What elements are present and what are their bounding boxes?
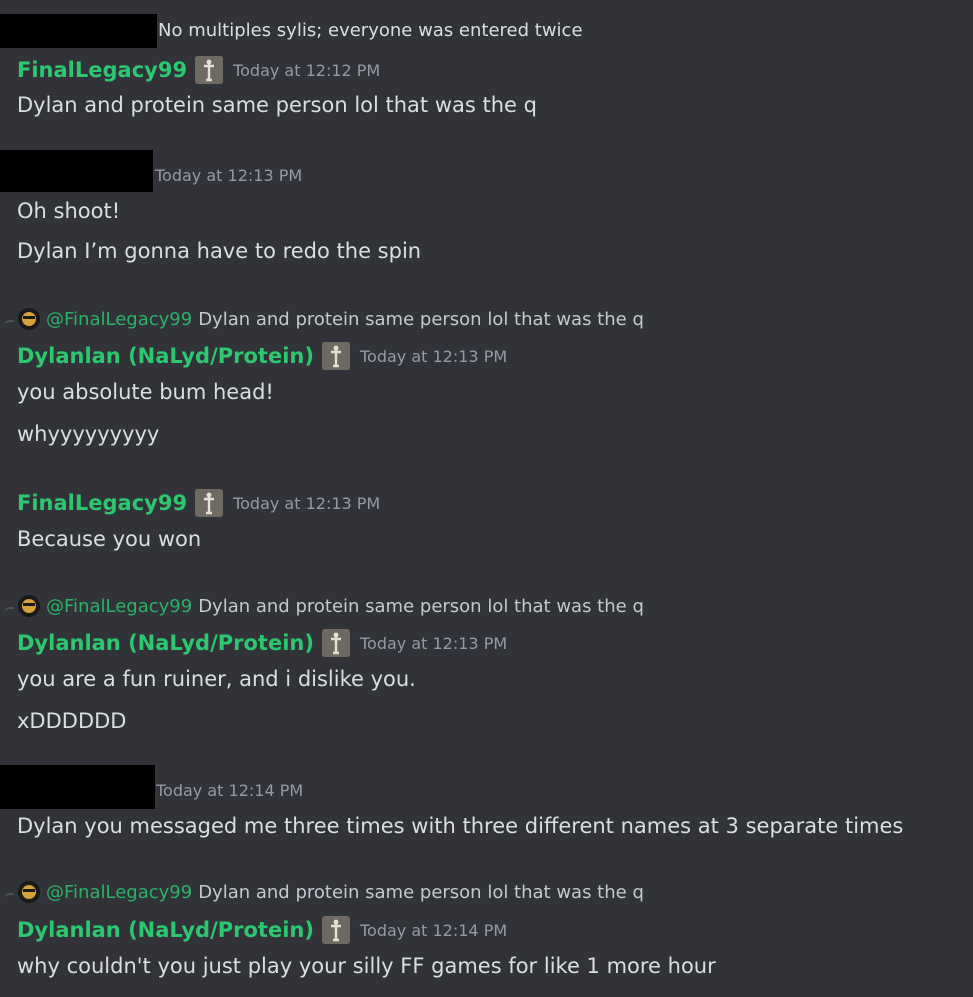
role-badge-icon[interactable] bbox=[195, 489, 224, 517]
username[interactable]: Dylanlan (NaLyd/Protein) bbox=[17, 631, 314, 655]
timestamp[interactable]: Today at 12:12 PM bbox=[233, 61, 380, 80]
reply-mention[interactable]: @FinalLegacy99 bbox=[46, 882, 192, 903]
message-text: whyyyyyyyyy bbox=[17, 422, 160, 446]
message-text: Dylan I’m gonna have to redo the spin bbox=[17, 239, 422, 263]
username[interactable]: Dylanlan (NaLyd/Protein) bbox=[17, 918, 314, 942]
message-text: No multiples sylis; everyone was entered… bbox=[158, 20, 583, 41]
timestamp[interactable]: Today at 12:13 PM bbox=[360, 347, 507, 366]
message-text: xDDDDDD bbox=[17, 709, 127, 733]
reply-mention[interactable]: @FinalLegacy99 bbox=[46, 309, 192, 330]
role-badge-icon[interactable] bbox=[321, 629, 350, 657]
role-badge-icon[interactable] bbox=[321, 916, 350, 944]
reply-text[interactable]: Dylan and protein same person lol that w… bbox=[198, 882, 644, 903]
message-text: you absolute bum head! bbox=[17, 380, 274, 404]
message-text: Dylan you messaged me three times with t… bbox=[17, 814, 904, 838]
redacted-username bbox=[0, 765, 155, 809]
message-text: you are a fun ruiner, and i dislike you. bbox=[17, 667, 416, 691]
message-text: Oh shoot! bbox=[17, 199, 121, 223]
message-header: FinalLegacy99 Today at 12:13 PM bbox=[17, 489, 380, 517]
reply-text[interactable]: Dylan and protein same person lol that w… bbox=[198, 596, 644, 617]
timestamp[interactable]: Today at 12:13 PM bbox=[233, 494, 380, 513]
role-badge-icon[interactable] bbox=[321, 342, 350, 370]
reply-preview[interactable]: @FinalLegacy99 Dylan and protein same pe… bbox=[0, 306, 644, 332]
username[interactable]: FinalLegacy99 bbox=[17, 491, 187, 515]
message-header: Dylanlan (NaLyd/Protein) Today at 12:13 … bbox=[17, 342, 507, 370]
reply-mention[interactable]: @FinalLegacy99 bbox=[46, 596, 192, 617]
message-header: Dylanlan (NaLyd/Protein) Today at 12:14 … bbox=[17, 916, 507, 944]
reply-connector bbox=[4, 607, 14, 617]
timestamp[interactable]: Today at 12:13 PM bbox=[360, 634, 507, 653]
message-text: Because you won bbox=[17, 527, 202, 551]
username[interactable]: FinalLegacy99 bbox=[17, 58, 187, 82]
message-header: Dylanlan (NaLyd/Protein) Today at 12:13 … bbox=[17, 629, 507, 657]
timestamp[interactable]: Today at 12:13 PM bbox=[155, 166, 302, 186]
avatar-icon bbox=[18, 881, 40, 903]
reply-connector bbox=[4, 893, 14, 903]
message-text: why couldn't you just play your silly FF… bbox=[17, 954, 716, 978]
timestamp[interactable]: Today at 12:14 PM bbox=[360, 921, 507, 940]
role-badge-icon[interactable] bbox=[195, 56, 224, 84]
reply-preview[interactable]: @FinalLegacy99 Dylan and protein same pe… bbox=[0, 879, 644, 905]
reply-preview[interactable]: @FinalLegacy99 Dylan and protein same pe… bbox=[0, 593, 644, 619]
avatar-icon bbox=[18, 595, 40, 617]
reply-text[interactable]: Dylan and protein same person lol that w… bbox=[198, 309, 644, 330]
message-header: FinalLegacy99 Today at 12:12 PM bbox=[17, 56, 380, 84]
redacted-username bbox=[0, 14, 157, 48]
redacted-username bbox=[0, 150, 153, 192]
timestamp[interactable]: Today at 12:14 PM bbox=[156, 781, 303, 801]
username[interactable]: Dylanlan (NaLyd/Protein) bbox=[17, 344, 314, 368]
message-text: Dylan and protein same person lol that w… bbox=[17, 93, 537, 117]
avatar-icon bbox=[18, 308, 40, 330]
reply-connector bbox=[4, 320, 14, 330]
